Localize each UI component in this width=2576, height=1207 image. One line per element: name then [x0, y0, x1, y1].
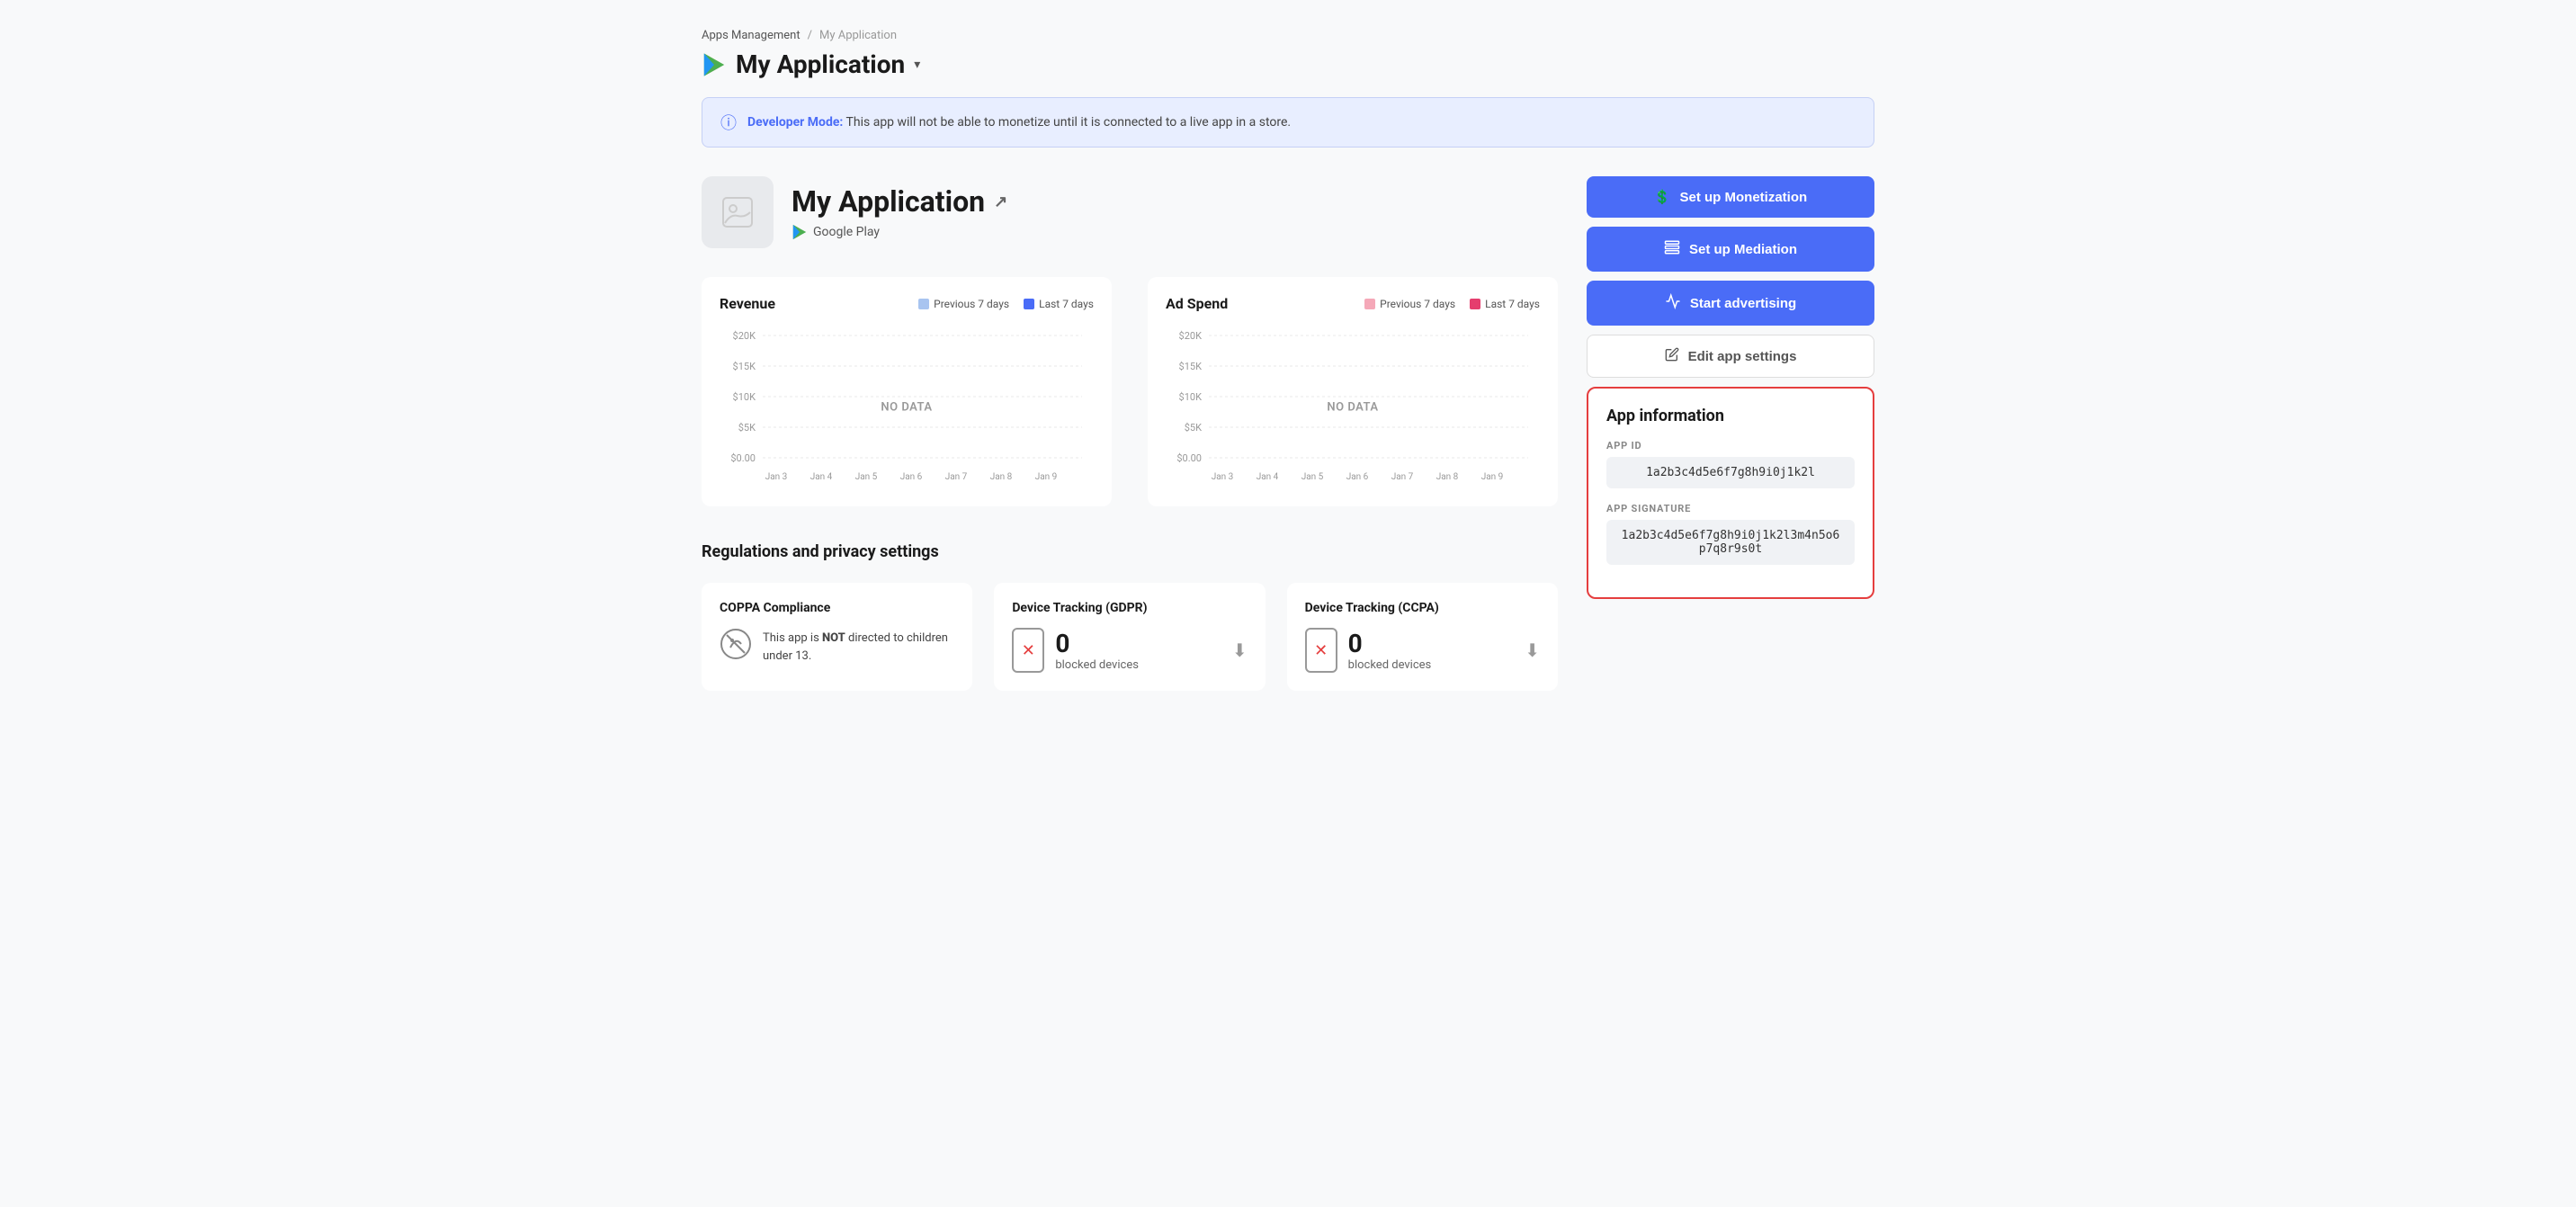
- edit-settings-button[interactable]: Edit app settings: [1587, 335, 1874, 378]
- app-signature-value: 1a2b3c4d5e6f7g8h9i0j1k2l3m4n5o6p7q8r9s0t: [1606, 520, 1855, 565]
- page-title: My Application: [736, 49, 905, 79]
- regulations-grid: COPPA Compliance: [702, 583, 1558, 691]
- svg-text:Jan 4: Jan 4: [1257, 472, 1279, 482]
- gdpr-content: ✕ 0 blocked devices ⬇: [1012, 628, 1247, 673]
- svg-text:$5K: $5K: [1185, 422, 1202, 434]
- app-header: My Application ↗ Google Play: [702, 176, 1558, 248]
- breadcrumb-parent[interactable]: Apps Management: [702, 29, 801, 42]
- svg-text:Jan 6: Jan 6: [1346, 472, 1369, 482]
- app-store-badge: Google Play: [792, 224, 1007, 240]
- svg-text:Jan 7: Jan 7: [1391, 472, 1414, 482]
- gdpr-card: Device Tracking (GDPR) ✕ 0 blocked devic…: [994, 583, 1265, 691]
- svg-text:Jan 5: Jan 5: [855, 472, 878, 482]
- revenue-legend-last: Last 7 days: [1024, 298, 1094, 310]
- coppa-text: This app is NOT directed to children und…: [763, 630, 954, 665]
- right-sidebar: 💲 Set up Monetization Set up Mediation: [1587, 176, 1874, 691]
- monetization-button[interactable]: 💲 Set up Monetization: [1587, 176, 1874, 218]
- gdpr-count: 0: [1055, 629, 1139, 658]
- svg-text:Jan 3: Jan 3: [765, 472, 788, 482]
- advertising-icon: [1665, 293, 1681, 313]
- svg-text:Jan 4: Jan 4: [810, 472, 833, 482]
- svg-text:$15K: $15K: [733, 361, 756, 372]
- google-play-store-icon: [792, 224, 808, 240]
- revenue-chart: Revenue Previous 7 days Last 7 days: [702, 277, 1112, 506]
- svg-text:$0.00: $0.00: [730, 452, 756, 464]
- mediation-icon: [1664, 239, 1680, 259]
- gdpr-download-icon[interactable]: ⬇: [1232, 639, 1248, 661]
- adspend-chart-title: Ad Spend: [1166, 295, 1228, 312]
- info-icon: ⓘ: [720, 111, 737, 134]
- app-title-bar: My Application ▾: [702, 49, 1874, 79]
- edit-icon: [1665, 347, 1679, 365]
- adspend-legend: Previous 7 days Last 7 days: [1364, 298, 1540, 310]
- svg-text:Jan 7: Jan 7: [945, 472, 968, 482]
- svg-text:Jan 3: Jan 3: [1212, 472, 1234, 482]
- gdpr-label: blocked devices: [1055, 658, 1139, 672]
- svg-text:Jan 5: Jan 5: [1301, 472, 1324, 482]
- svg-text:Jan 9: Jan 9: [1481, 472, 1504, 482]
- svg-text:$5K: $5K: [738, 422, 756, 434]
- app-icon: [702, 176, 774, 248]
- svg-text:Jan 8: Jan 8: [990, 472, 1013, 482]
- svg-text:$0.00: $0.00: [1176, 452, 1202, 464]
- revenue-chart-title: Revenue: [720, 295, 775, 312]
- svg-text:$10K: $10K: [733, 391, 756, 403]
- external-link-icon[interactable]: ↗: [994, 192, 1007, 211]
- regulations-title: Regulations and privacy settings: [702, 542, 1558, 561]
- app-info-card: App information APP ID 1a2b3c4d5e6f7g8h9…: [1587, 387, 1874, 599]
- app-info-card-title: App information: [1606, 407, 1855, 425]
- coppa-content: This app is NOT directed to children und…: [720, 628, 954, 666]
- breadcrumb-separator: /: [808, 29, 812, 42]
- ccpa-download-icon[interactable]: ⬇: [1525, 639, 1540, 661]
- gdpr-device-icon: ✕: [1012, 628, 1044, 673]
- app-signature-label: APP SIGNATURE: [1606, 503, 1855, 514]
- coppa-icon: [720, 628, 752, 666]
- app-name-heading: My Application ↗: [792, 184, 1007, 219]
- breadcrumb: Apps Management / My Application: [702, 29, 1874, 42]
- svg-text:$20K: $20K: [733, 330, 756, 342]
- ccpa-count: 0: [1348, 629, 1432, 658]
- device-x-icon: ✕: [1022, 641, 1035, 660]
- app-id-value: 1a2b3c4d5e6f7g8h9i0j1k2l: [1606, 457, 1855, 488]
- adspend-legend-last: Last 7 days: [1470, 298, 1540, 310]
- advertising-button[interactable]: Start advertising: [1587, 281, 1874, 326]
- revenue-no-data: NO DATA: [881, 401, 932, 415]
- adspend-no-data: NO DATA: [1327, 401, 1378, 415]
- svg-text:Jan 8: Jan 8: [1436, 472, 1459, 482]
- svg-text:Jan 9: Jan 9: [1035, 472, 1058, 482]
- ccpa-content: ✕ 0 blocked devices ⬇: [1305, 628, 1540, 673]
- charts-section: Revenue Previous 7 days Last 7 days: [702, 277, 1558, 506]
- google-play-icon: [702, 52, 727, 77]
- title-dropdown-arrow[interactable]: ▾: [914, 58, 920, 72]
- developer-mode-banner: ⓘ Developer Mode: This app will not be a…: [702, 97, 1874, 148]
- ccpa-card: Device Tracking (CCPA) ✕ 0 blocked devic…: [1287, 583, 1558, 691]
- regulations-section: Regulations and privacy settings COPPA C…: [702, 542, 1558, 691]
- revenue-legend: Previous 7 days Last 7 days: [918, 298, 1094, 310]
- coppa-card: COPPA Compliance: [702, 583, 972, 691]
- coppa-title: COPPA Compliance: [720, 601, 954, 615]
- mediation-button[interactable]: Set up Mediation: [1587, 227, 1874, 272]
- revenue-chart-area: $20K $15K $10K $5K $0.00: [720, 326, 1094, 488]
- ccpa-title: Device Tracking (CCPA): [1305, 601, 1540, 615]
- revenue-legend-previous: Previous 7 days: [918, 298, 1009, 310]
- svg-text:$10K: $10K: [1179, 391, 1203, 403]
- app-id-label: APP ID: [1606, 440, 1855, 452]
- breadcrumb-current: My Application: [819, 29, 897, 42]
- adspend-legend-previous: Previous 7 days: [1364, 298, 1455, 310]
- adspend-chart-area: $20K $15K $10K $5K $0.00 Jan 3 Jan 4: [1166, 326, 1540, 488]
- svg-text:$15K: $15K: [1179, 361, 1203, 372]
- ccpa-device-x-icon: ✕: [1314, 641, 1328, 660]
- monetization-icon: 💲: [1654, 189, 1671, 205]
- svg-text:$20K: $20K: [1179, 330, 1203, 342]
- gdpr-title: Device Tracking (GDPR): [1012, 601, 1247, 615]
- ccpa-label: blocked devices: [1348, 658, 1432, 672]
- svg-text:Jan 6: Jan 6: [900, 472, 923, 482]
- adspend-chart: Ad Spend Previous 7 days Last 7 days: [1148, 277, 1558, 506]
- ccpa-device-icon: ✕: [1305, 628, 1337, 673]
- developer-banner-text: Developer Mode: This app will not be abl…: [747, 115, 1291, 130]
